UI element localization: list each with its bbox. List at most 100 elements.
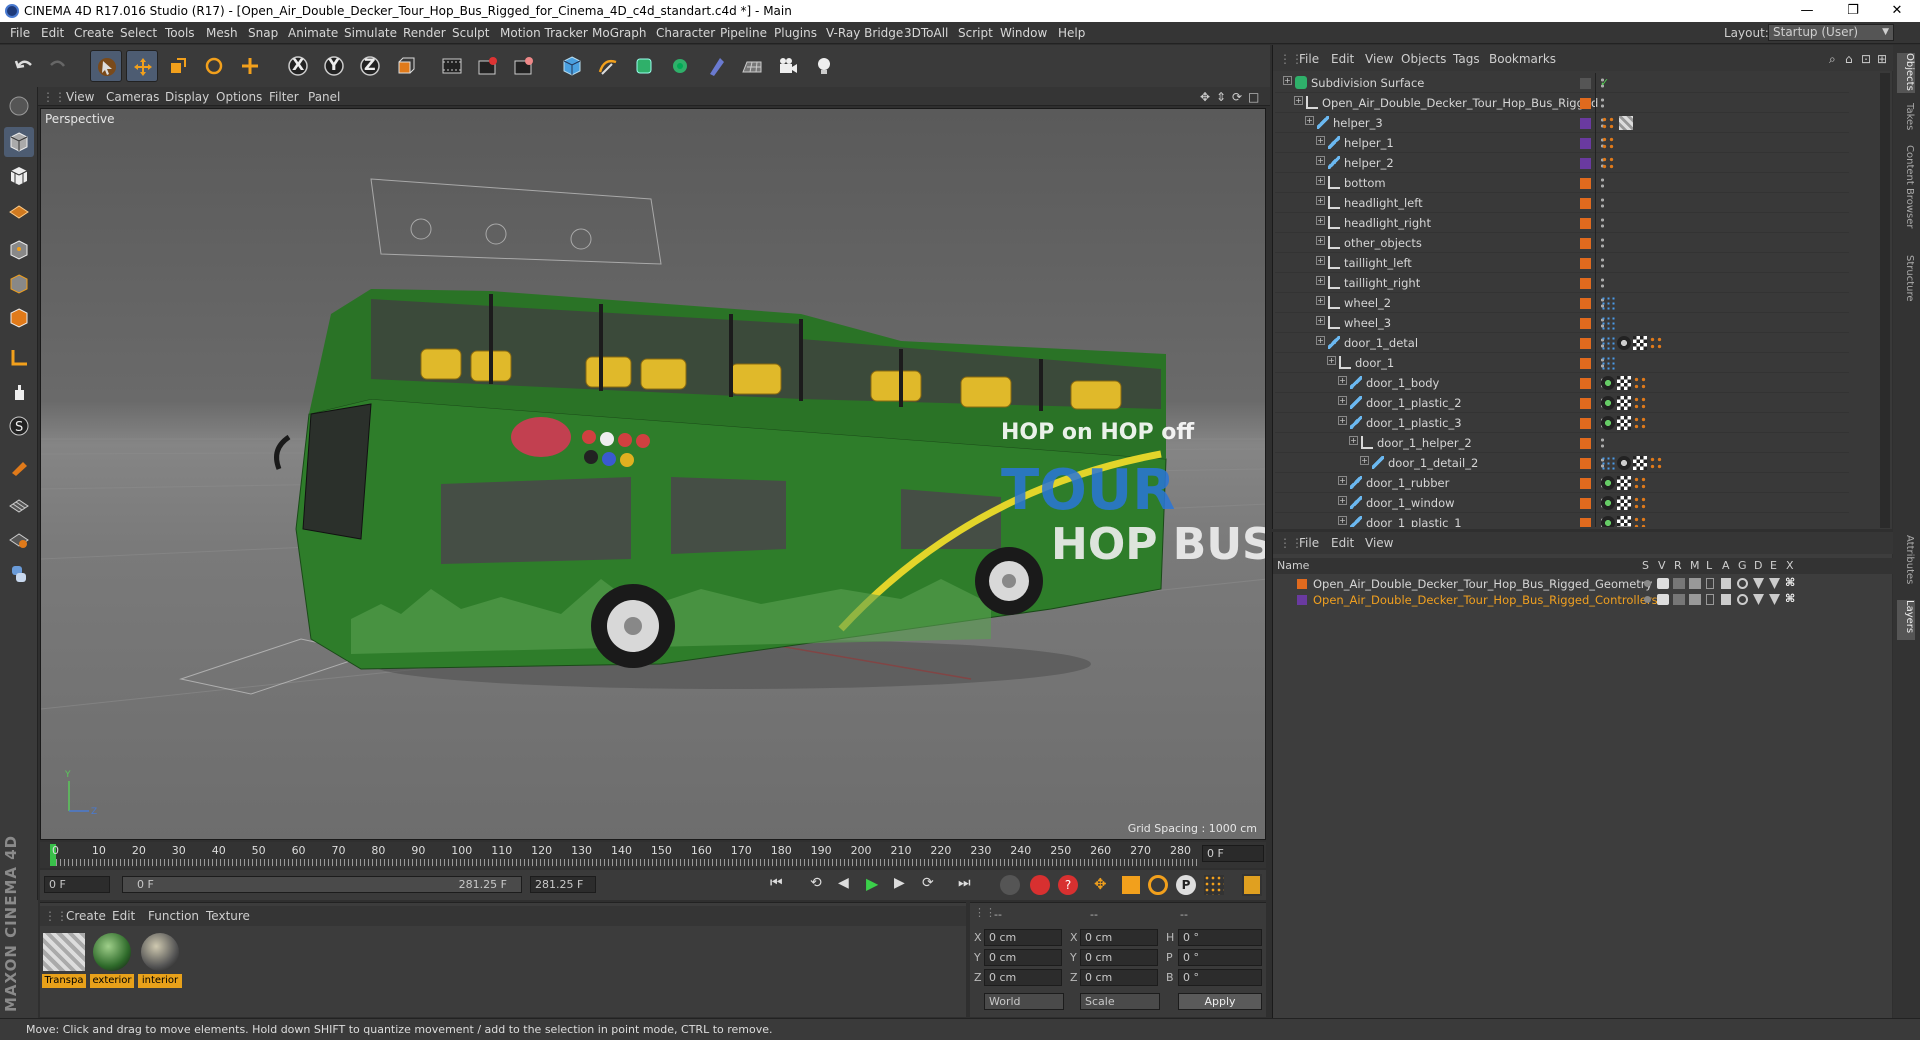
polygons-mode-button[interactable] <box>4 303 34 333</box>
points-mode-button[interactable] <box>4 235 34 265</box>
object-name[interactable]: door_1_detal <box>1344 336 1418 350</box>
uvw-tag-icon[interactable] <box>1633 336 1647 350</box>
visibility-dots-icon[interactable] <box>1600 237 1605 249</box>
drag-handle-icon[interactable]: ⋮⋮ <box>44 909 68 923</box>
axis-mode-button[interactable] <box>4 343 34 373</box>
menu-mograph[interactable]: MoGraph <box>592 26 647 40</box>
expand-toggle-icon[interactable]: + <box>1316 236 1325 245</box>
start-frame-field[interactable]: 0 F <box>44 876 110 893</box>
pos-x-field[interactable]: 0 cm <box>984 929 1062 946</box>
ik-tag-icon[interactable] <box>1601 116 1615 130</box>
expand-toggle-icon[interactable]: + <box>1327 356 1336 365</box>
object-row[interactable]: + door_1_detal <box>1275 333 1849 353</box>
expand-toggle-icon[interactable]: + <box>1349 436 1358 445</box>
minimize-button[interactable]: — <box>1784 1 1830 21</box>
layer-name[interactable]: Open_Air_Double_Decker_Tour_Hop_Bus_Rigg… <box>1313 577 1652 591</box>
object-menu-bookmarks[interactable]: Bookmarks <box>1489 52 1556 66</box>
uvw-tag-icon[interactable] <box>1617 416 1631 430</box>
add-floor-button[interactable] <box>736 50 768 82</box>
object-name[interactable]: taillight_left <box>1344 256 1412 270</box>
object-row[interactable]: + headlight_right <box>1275 213 1849 233</box>
tab-content-browser[interactable]: Content Browser <box>1897 145 1915 245</box>
next-key-icon[interactable]: ⟳ <box>922 875 942 895</box>
object-name[interactable]: door_1_detail_2 <box>1388 456 1478 470</box>
timeline-layout-icon[interactable] <box>1242 874 1262 896</box>
drag-handle-icon[interactable]: ⋮⋮ <box>42 90 66 104</box>
layer-color-swatch[interactable] <box>1580 178 1591 189</box>
menu-edit[interactable]: Edit <box>41 26 64 40</box>
object-menu-objects[interactable]: Objects <box>1401 52 1446 66</box>
lock-icon[interactable] <box>1706 594 1714 605</box>
animation-icon[interactable] <box>1721 594 1731 605</box>
expand-icon[interactable]: ⊞ <box>1877 52 1887 66</box>
object-manager-scrollbar[interactable] <box>1880 73 1890 528</box>
workplane-mode-button[interactable] <box>4 525 34 555</box>
object-row[interactable]: + door_1 <box>1275 353 1849 373</box>
end-frame-field[interactable]: 281.25 F <box>530 876 596 893</box>
visibility-dots-icon[interactable] <box>1600 277 1605 289</box>
deformer-icon[interactable] <box>1753 594 1764 605</box>
tab-objects[interactable]: Objects <box>1897 53 1915 93</box>
expand-toggle-icon[interactable]: + <box>1316 156 1325 165</box>
redo-button[interactable] <box>42 50 74 82</box>
layer-color-swatch[interactable] <box>1580 518 1591 527</box>
object-name[interactable]: headlight_left <box>1344 196 1423 210</box>
menu-vray-bridge[interactable]: V-Ray Bridge <box>826 26 903 40</box>
key-point-level-icon[interactable] <box>1204 875 1224 895</box>
rot-p-field[interactable]: 0 ° <box>1178 949 1262 966</box>
material-tag-icon[interactable] <box>1617 456 1631 470</box>
expand-toggle-icon[interactable]: + <box>1316 176 1325 185</box>
add-array-button[interactable] <box>664 50 696 82</box>
object-row[interactable]: + door_1_rubber <box>1275 473 1849 493</box>
expression-icon[interactable] <box>1769 594 1780 605</box>
magnet-tool-button[interactable] <box>4 451 34 481</box>
selection-tag-icon[interactable] <box>1601 336 1615 350</box>
material-tag-icon[interactable] <box>1601 396 1615 410</box>
expand-toggle-icon[interactable]: + <box>1338 476 1347 485</box>
expand-toggle-icon[interactable]: + <box>1305 116 1314 125</box>
uvw-tag-icon[interactable] <box>1617 396 1631 410</box>
tab-structure[interactable]: Structure <box>1897 255 1915 305</box>
expand-toggle-icon[interactable]: + <box>1316 296 1325 305</box>
object-name[interactable]: door_1_plastic_1 <box>1366 516 1462 527</box>
layer-color-swatch[interactable] <box>1580 358 1591 369</box>
layer-color-swatch[interactable] <box>1580 138 1591 149</box>
tweak-mode-button[interactable] <box>4 377 34 407</box>
render-icon[interactable] <box>1673 594 1685 605</box>
size-mode-dropdown[interactable]: Scale <box>1080 993 1160 1010</box>
layer-menu-view[interactable]: View <box>1365 536 1393 550</box>
object-name[interactable]: door_1_helper_2 <box>1377 436 1472 450</box>
menu-tools[interactable]: Tools <box>165 26 195 40</box>
ik-tag-icon[interactable] <box>1601 156 1615 170</box>
expand-toggle-icon[interactable]: + <box>1338 376 1347 385</box>
expand-toggle-icon[interactable]: + <box>1283 76 1292 85</box>
material-transparent[interactable]: Transpa <box>42 931 86 988</box>
menu-help[interactable]: Help <box>1058 26 1085 40</box>
selection-tag-icon[interactable] <box>1601 356 1615 370</box>
render-icon[interactable] <box>1673 578 1685 589</box>
ik-tag-icon[interactable] <box>1633 376 1647 390</box>
menu-character[interactable]: Character <box>656 26 715 40</box>
expand-toggle-icon[interactable]: + <box>1316 336 1325 345</box>
uvw-tag-icon[interactable] <box>1617 376 1631 390</box>
expand-toggle-icon[interactable]: + <box>1338 416 1347 425</box>
auto-keying-icon[interactable] <box>1030 875 1050 895</box>
layer-color-swatch[interactable] <box>1580 458 1591 469</box>
rot-b-field[interactable]: 0 ° <box>1178 969 1262 986</box>
menu-file[interactable]: File <box>10 26 30 40</box>
scale-tool-button[interactable] <box>162 50 194 82</box>
key-position-icon[interactable]: ✥ <box>1094 875 1114 895</box>
render-settings-button[interactable] <box>508 50 540 82</box>
move-tool-button[interactable] <box>126 50 158 82</box>
layer-color-swatch[interactable] <box>1580 198 1591 209</box>
material-menu-texture[interactable]: Texture <box>206 909 250 923</box>
material-menu-function[interactable]: Function <box>148 909 199 923</box>
home-icon[interactable]: ⌂ <box>1845 52 1853 66</box>
expand-toggle-icon[interactable]: + <box>1316 256 1325 265</box>
material-exterior[interactable]: exterior <box>90 931 134 988</box>
layer-color-swatch[interactable] <box>1580 78 1591 89</box>
xref-icon[interactable]: ⌘ <box>1785 576 1795 589</box>
record-keys-icon[interactable] <box>1000 875 1020 895</box>
layer-color-swatch[interactable] <box>1580 418 1591 429</box>
layer-row[interactable]: Open_Air_Double_Decker_Tour_Hop_Bus_Rigg… <box>1273 576 1893 592</box>
